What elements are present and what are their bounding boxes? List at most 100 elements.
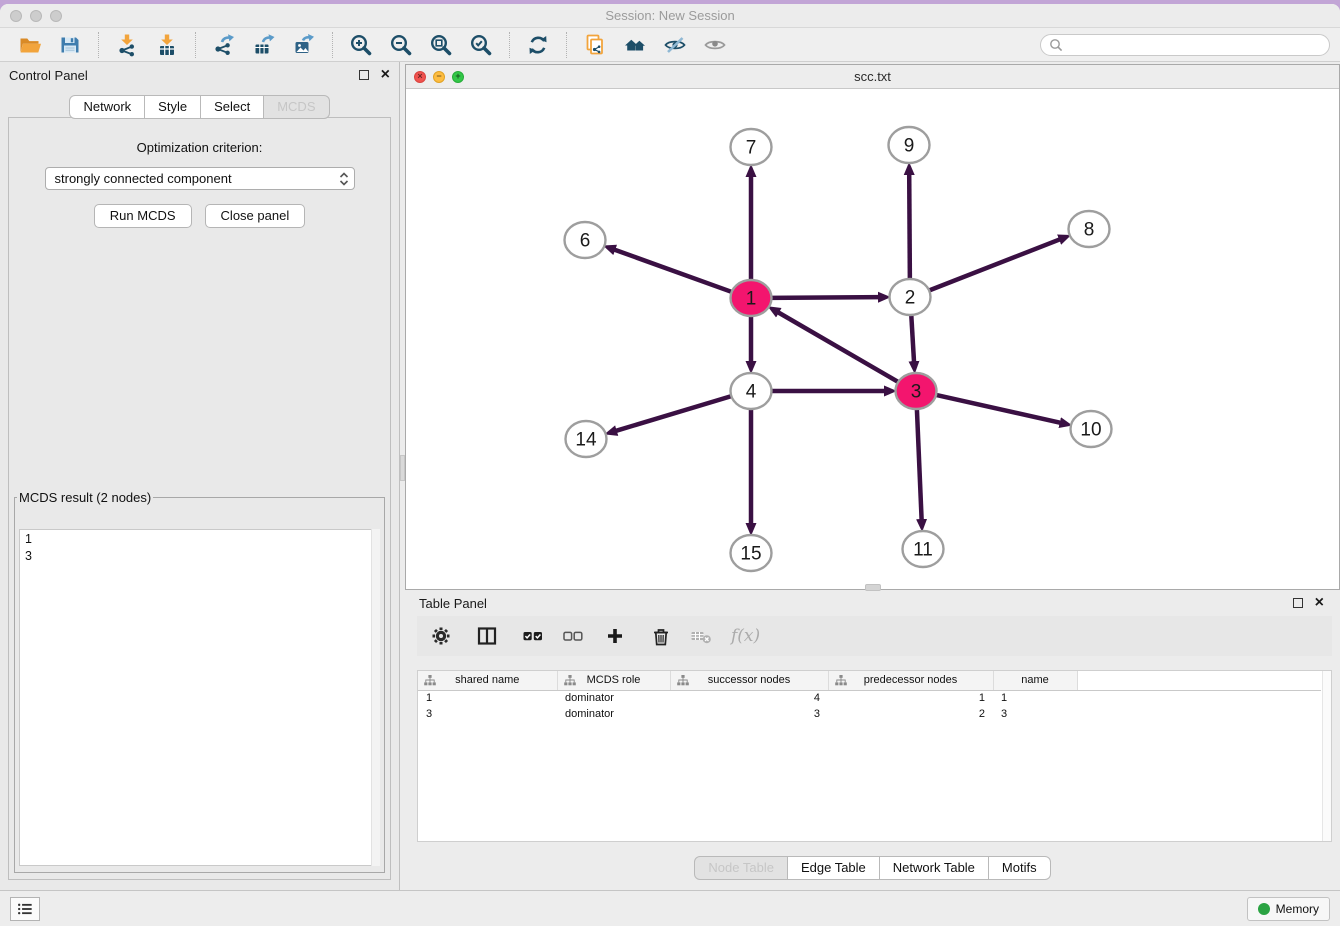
function-builder-icon[interactable]: f(x): [731, 626, 760, 646]
mcds-buttons: Run MCDS Close panel: [9, 204, 390, 228]
export-network-icon[interactable]: [211, 32, 237, 58]
run-mcds-button[interactable]: Run MCDS: [94, 204, 192, 228]
split-columns-icon[interactable]: [475, 624, 499, 648]
node-10[interactable]: 10: [1071, 411, 1112, 447]
edge-1-2[interactable]: [771, 297, 880, 298]
network-title: scc.txt: [406, 69, 1339, 84]
hide-columns-icon[interactable]: [561, 624, 585, 648]
close-window-button[interactable]: [10, 10, 22, 22]
node-15[interactable]: 15: [731, 535, 772, 571]
column-header-filler: [1077, 671, 1321, 690]
search-input[interactable]: [1068, 37, 1321, 53]
tab-mcds[interactable]: MCDS: [264, 95, 329, 119]
node-14[interactable]: 14: [566, 421, 607, 457]
node-table-container: shared name MCDS role successor nodes: [417, 670, 1332, 842]
tab-edge-table[interactable]: Edge Table: [788, 856, 880, 880]
tab-network-table[interactable]: Network Table: [880, 856, 989, 880]
new-network-from-selection-icon[interactable]: [582, 32, 608, 58]
tab-motifs[interactable]: Motifs: [989, 856, 1051, 880]
table-row[interactable]: 3dominator323: [418, 706, 1321, 722]
task-history-button[interactable]: [10, 897, 40, 921]
table-panel-header: Table Panel ×: [405, 590, 1340, 616]
zoom-selected-icon[interactable]: [468, 32, 494, 58]
save-session-icon[interactable]: [57, 32, 83, 58]
node-11[interactable]: 11: [903, 531, 944, 567]
tab-style[interactable]: Style: [145, 95, 201, 119]
search-field[interactable]: [1040, 34, 1330, 56]
show-all-eye-icon[interactable]: [702, 32, 728, 58]
minimize-network-button[interactable]: −: [433, 71, 445, 83]
edge-2-8[interactable]: [929, 239, 1061, 291]
network-canvas[interactable]: 7 9 6 8 1 2 4 3 14 10 15 11: [406, 89, 1339, 589]
tab-network[interactable]: Network: [69, 95, 145, 119]
table-settings-gear-icon[interactable]: [429, 624, 453, 648]
toolbar-separator: [98, 32, 99, 58]
svg-text:11: 11: [913, 540, 933, 561]
float-panel-icon[interactable]: [359, 70, 369, 80]
column-header-shared-name[interactable]: shared name: [418, 671, 557, 690]
minimize-window-button[interactable]: [30, 10, 42, 22]
zoom-fit-icon[interactable]: [428, 32, 454, 58]
zoom-network-button[interactable]: +: [452, 71, 464, 83]
toolbar-separator: [332, 32, 333, 58]
node-3[interactable]: 3: [896, 373, 937, 409]
export-table-icon[interactable]: [251, 32, 277, 58]
search-icon: [1049, 38, 1063, 52]
window-controls: [10, 10, 62, 22]
edge-2-3[interactable]: [911, 315, 914, 363]
node-9[interactable]: 9: [889, 127, 930, 163]
close-table-panel-icon[interactable]: ×: [1315, 598, 1324, 608]
create-column-icon[interactable]: [603, 624, 627, 648]
main-area: Control Panel × NetworkStyleSelectMCDS O…: [0, 62, 1340, 890]
show-columns-icon[interactable]: [521, 624, 545, 648]
edge-4-14[interactable]: [615, 396, 732, 431]
table-panel: Table Panel ×: [405, 590, 1340, 890]
import-table-icon[interactable]: [154, 32, 180, 58]
export-image-icon[interactable]: [291, 32, 317, 58]
close-panel-icon[interactable]: ×: [381, 70, 390, 80]
memory-button[interactable]: Memory: [1247, 897, 1330, 921]
svg-text:7: 7: [746, 138, 757, 159]
column-header-predecessor-nodes[interactable]: predecessor nodes: [828, 671, 993, 690]
node-7[interactable]: 7: [731, 129, 772, 165]
node-1[interactable]: 1: [731, 280, 772, 316]
zoom-in-icon[interactable]: [348, 32, 374, 58]
mcds-result-line: 3: [25, 548, 374, 565]
float-table-panel-icon[interactable]: [1293, 598, 1303, 608]
edge-3-1[interactable]: [777, 312, 898, 382]
delete-columns-trash-icon[interactable]: [649, 624, 673, 648]
memory-status-icon: [1258, 903, 1270, 915]
node-6[interactable]: 6: [565, 222, 606, 258]
table-scrollbar[interactable]: [1322, 671, 1331, 841]
first-neighbors-home-icon[interactable]: [622, 32, 648, 58]
node-2[interactable]: 2: [890, 279, 931, 315]
table-row[interactable]: 1dominator411: [418, 690, 1321, 706]
open-session-icon[interactable]: [17, 32, 43, 58]
import-network-icon[interactable]: [114, 32, 140, 58]
memory-label: Memory: [1276, 902, 1319, 916]
tab-node-table[interactable]: Node Table: [694, 856, 788, 880]
edge-3-10[interactable]: [936, 395, 1062, 423]
tab-select[interactable]: Select: [201, 95, 264, 119]
mcds-result-text[interactable]: 13: [19, 529, 380, 866]
maximize-window-button[interactable]: [50, 10, 62, 22]
sitemap-icon: [564, 675, 576, 686]
edge-1-6[interactable]: [613, 249, 732, 292]
close-network-button[interactable]: ×: [414, 71, 426, 83]
column-header-successor-nodes[interactable]: successor nodes: [670, 671, 828, 690]
column-header-name[interactable]: name: [993, 671, 1077, 690]
node-8[interactable]: 8: [1069, 211, 1110, 247]
node-4[interactable]: 4: [731, 373, 772, 409]
column-header-mcds-role[interactable]: MCDS role: [557, 671, 670, 690]
hide-selected-eye-slash-icon[interactable]: [662, 32, 688, 58]
close-panel-button[interactable]: Close panel: [205, 204, 306, 228]
refresh-icon[interactable]: [525, 32, 551, 58]
delete-table-icon[interactable]: [689, 624, 713, 648]
edge-2-9[interactable]: [909, 173, 910, 279]
criterion-select[interactable]: strongly connected component: [45, 167, 355, 190]
svg-text:3: 3: [911, 382, 922, 403]
edge-3-11[interactable]: [917, 409, 922, 521]
mcds-result-scrollbar[interactable]: [371, 529, 380, 866]
zoom-out-icon[interactable]: [388, 32, 414, 58]
horizontal-splitter-handle[interactable]: [865, 584, 881, 591]
